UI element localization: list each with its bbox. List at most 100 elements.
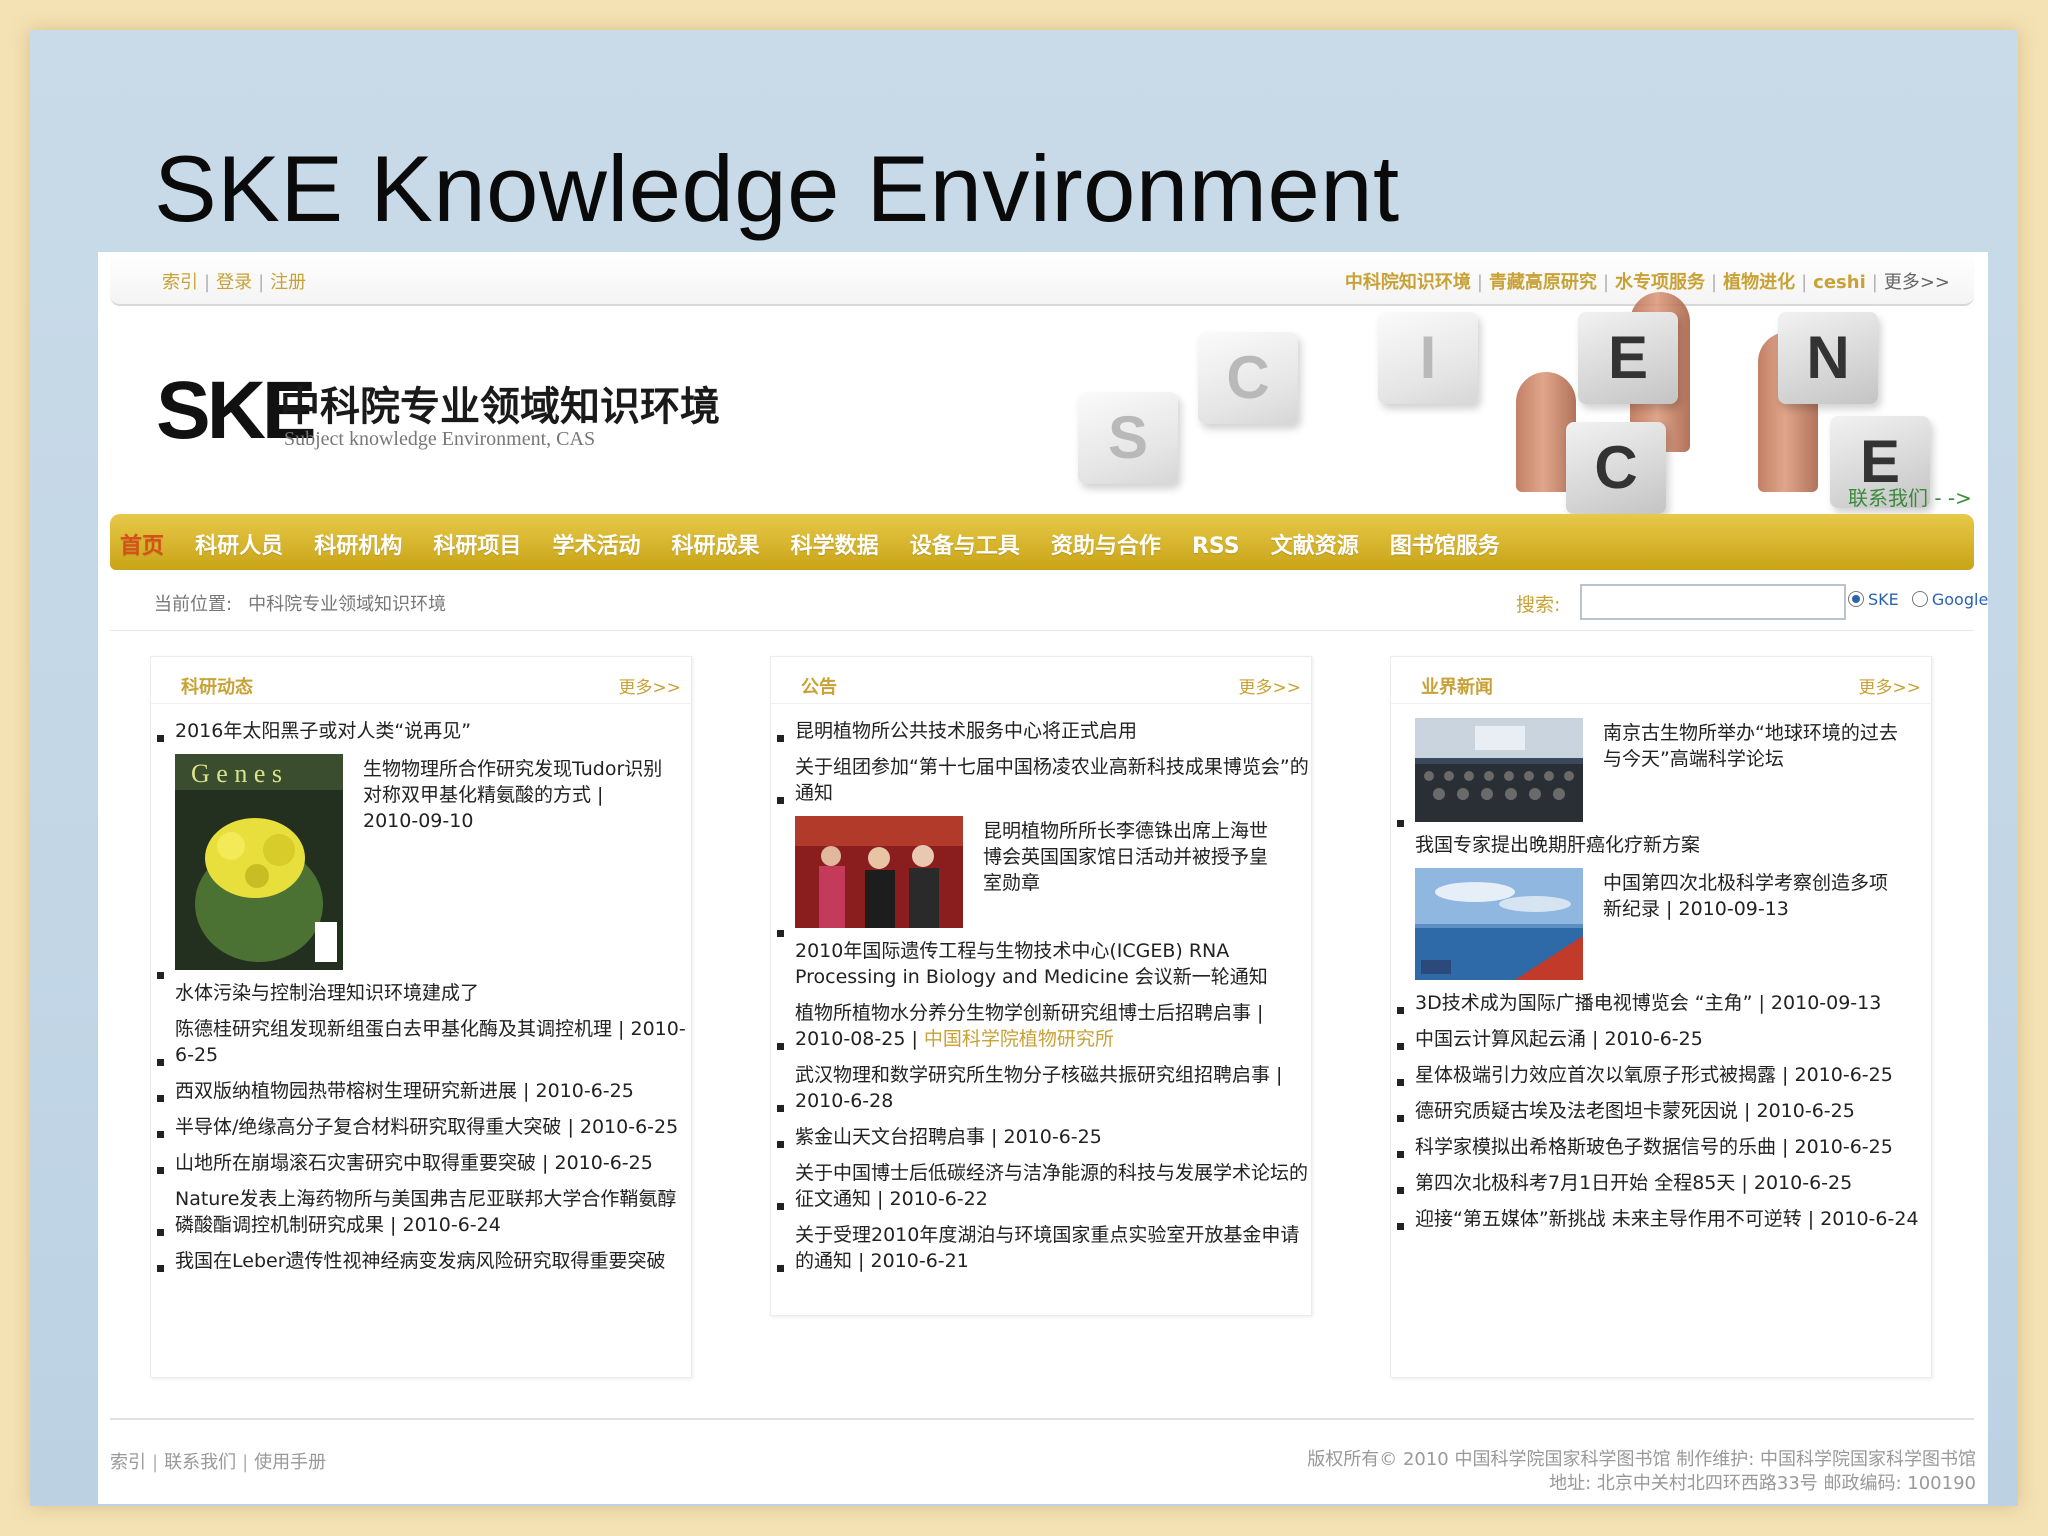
nav-library[interactable]: 图书馆服务 [1390,528,1500,560]
list-item[interactable]: 迎接“第五媒体”新挑战 未来主导作用不可逆转 | 2010-6-24 [1397,1206,1931,1232]
banner-tile-c2: C [1566,422,1666,514]
nav-projects[interactable]: 科研项目 [433,528,521,560]
list-item[interactable]: 科学家模拟出希格斯玻色子数据信号的乐曲 | 2010-6-25 [1397,1134,1931,1160]
list-item[interactable]: 植物所植物水分养分生物学创新研究组博士后招聘启事 | 2010-08-25 | … [777,1000,1311,1052]
list-item[interactable]: 2016年太阳黑子或对人类“说再见” [157,718,691,744]
site-logo[interactable]: SKE 中科院专业领域知识环境 Subject knowledge Enviro… [156,370,796,480]
webpage-screenshot: 索引 | 登录 | 注册 中科院知识环境 | 青藏高原研究 | 水专项服务 | 植物进化 | ceshi… [98,252,1988,1504]
svg-text:G e n e s: G e n e s [191,759,282,788]
list-item[interactable]: 我国专家提出晚期肝癌化疗新方案 [1397,820,1931,858]
list-item[interactable]: 3D技术成为国际广播电视博览会 “主角” | 2010-09-13 [1397,990,1931,1016]
column-header: 业界新闻 更多>> [1391,657,1931,704]
list-item[interactable]: 关于组团参加“第十七届中国杨凌农业高新科技成果博览会”的通知 [777,754,1311,806]
column-announcements: 公告 更多>> 昆明植物所公共技术服务中心将正式启用 关于组团参加“第十七届中国… [770,656,1312,1316]
featured-item[interactable]: 中国第四次北极科学考察创造多项新纪录 | 2010-09-13 [1403,868,1931,980]
nav-institutions[interactable]: 科研机构 [314,528,402,560]
institute-link[interactable]: 中国科学院植物研究所 [924,1028,1114,1050]
search-input[interactable] [1580,584,1846,620]
list-item[interactable]: 山地所在崩塌滚石灾害研究中取得重要突破 | 2010-6-25 [157,1150,691,1176]
footer-address: 地址: 北京中关村北四环西路33号 邮政编码: 100190 [1549,1473,1976,1494]
column-research-news: 科研动态 更多>> 2016年太阳黑子或对人类“说再见” G e n e s 生… [150,656,692,1378]
list-item[interactable]: 陈德桂研究组发现新组蛋白去甲基化酶及其调控机理 | 2010-6-25 [157,1016,691,1068]
column-header: 科研动态 更多>> [151,657,691,704]
featured-item[interactable]: G e n e s 生物物理所合作研究发现Tudor识别对称双甲基化精氨酸的方式… [163,754,691,970]
banner-tile-s: S [1078,392,1178,484]
list-item[interactable]: 我国在Leber遗传性视神经病变发病风险研究取得重要突破 [157,1248,691,1274]
list-item[interactable]: 紫金山天文台招聘启事 | 2010-6-25 [777,1124,1311,1150]
list-item[interactable]: 星体极端引力效应首次以氧原子形式被揭露 | 2010-6-25 [1397,1062,1931,1088]
list-item[interactable]: 中国云计算风起云涌 | 2010-6-25 [1397,1026,1931,1052]
list-item[interactable]: 昆明植物所公共技术服务中心将正式启用 [777,718,1311,744]
banner-tile-n: N [1778,312,1878,404]
search-label: 搜索: [1516,594,1561,616]
link-water-service[interactable]: 水专项服务 [1615,272,1705,293]
link-index[interactable]: 索引 [162,272,198,293]
nav-literature[interactable]: 文献资源 [1271,528,1359,560]
top-left-links: 索引 | 登录 | 注册 [162,272,307,293]
award-ceremony-photo[interactable] [795,816,963,928]
column-title: 公告 [801,677,837,698]
nav-researchers[interactable]: 科研人员 [195,528,283,560]
breadcrumb: 当前位置: 中科院专业领域知识环境 [154,590,446,616]
breadcrumb-current[interactable]: 中科院专业领域知识环境 [248,594,446,615]
breadcrumb-search-row: 当前位置: 中科院专业领域知识环境 搜索: SKE Google [110,570,1988,631]
list-item[interactable]: 第四次北极科考7月1日开始 全程85天 | 2010-6-25 [1397,1170,1931,1196]
column-more-link[interactable]: 更多>> [1239,673,1302,698]
radio-google[interactable] [1911,591,1928,607]
nav-rss[interactable]: RSS [1192,534,1240,559]
featured-text: 生物物理所合作研究发现Tudor识别对称双甲基化精氨酸的方式 | 2010-09… [363,758,663,832]
radio-ske-label: SKE [1868,590,1899,609]
column-industry-news: 业界新闻 更多>> 南京古生物所举办“地球环境的过去与今天”高端科学论坛 我国专… [1390,656,1932,1378]
genes-cover-image[interactable]: G e n e s [175,754,343,970]
nav-academic-activities[interactable]: 学术活动 [552,528,640,560]
featured-item[interactable]: 昆明植物所所长李德铢出席上海世博会英国国家馆日活动并被授予皇室勋章 [783,816,1311,928]
radio-ske[interactable] [1848,591,1864,607]
top-more-link[interactable]: 更多>> [1884,272,1950,293]
list-item[interactable]: 半导体/绝缘高分子复合材料研究取得重大突破 | 2010-6-25 [157,1114,691,1140]
list-item[interactable]: 德研究质疑古埃及法老图坦卡蒙死因说 | 2010-6-25 [1397,1098,1931,1124]
banner-tile-i: I [1378,312,1478,404]
link-ceshi[interactable]: ceshi [1813,272,1866,293]
science-banner: S C I E N C E [1078,292,1958,514]
column-title: 业界新闻 [1421,677,1493,698]
nav-equipment-tools[interactable]: 设备与工具 [910,528,1020,560]
link-register[interactable]: 注册 [270,272,306,293]
featured-text: 南京古生物所举办“地球环境的过去与今天”高端科学论坛 [1603,722,1898,770]
nav-achievements[interactable]: 科研成果 [672,528,760,560]
link-plant-evolution[interactable]: 植物进化 [1723,272,1795,293]
nav-home[interactable]: 首页 [120,528,164,560]
list-item[interactable]: 西双版纳植物园热带榕树生理研究新进展 | 2010-6-25 [157,1078,691,1104]
main-nav: 首页 科研人员 科研机构 科研项目 学术活动 科研成果 科学数据 设备与工具 资… [110,514,1974,570]
arctic-expedition-photo[interactable] [1415,868,1583,980]
nav-funding[interactable]: 资助与合作 [1051,528,1161,560]
top-right-links: 中科院知识环境 | 青藏高原研究 | 水专项服务 | 植物进化 | ceshi | 更多>> [1344,272,1950,293]
footer-link-contact[interactable]: 联系我们 [164,1452,236,1473]
footer-link-index[interactable]: 索引 [110,1452,146,1473]
list-item[interactable]: 关于受理2010年度湖泊与环境国家重点实验室开放基金申请的通知 | 2010-6… [777,1222,1311,1274]
nav-science-data[interactable]: 科学数据 [791,528,879,560]
list-item[interactable]: 关于中国博士后低碳经济与洁净能源的科技与发展学术论坛的征文通知 | 2010-6… [777,1160,1311,1212]
list-item[interactable]: 水体污染与控制治理知识环境建成了 [157,972,691,1006]
column-more-link[interactable]: 更多>> [1859,673,1922,698]
list-item[interactable]: 武汉物理和数学研究所生物分子核磁共振研究组招聘启事 | 2010-6-28 [777,1062,1311,1114]
link-cas-ke[interactable]: 中科院知识环境 [1345,272,1471,293]
link-qinghai-tibet[interactable]: 青藏高原研究 [1489,272,1597,293]
slide-title: SKE Knowledge Environment [154,136,1400,241]
banner-tile-e1: E [1578,312,1678,404]
footer-link-manual[interactable]: 使用手册 [254,1452,326,1473]
footer-divider [110,1418,1974,1420]
link-login[interactable]: 登录 [216,272,252,293]
site-name-en: Subject knowledge Environment, CAS [284,428,596,450]
radio-google-label: Google [1931,590,1988,609]
featured-item[interactable]: 南京古生物所举办“地球环境的过去与今天”高端科学论坛 [1403,718,1931,822]
top-utility-bar: 索引 | 登录 | 注册 中科院知识环境 | 青藏高原研究 | 水专项服务 | 植物进化 | ceshi… [110,252,1974,306]
list-item[interactable]: 2010年国际遗传工程与生物技术中心(ICGEB) RNA Processing… [777,930,1311,990]
contact-us-link[interactable]: 联系我们 - -> [1848,482,1972,511]
column-header: 公告 更多>> [771,657,1311,704]
footer-info: 版权所有© 2010 中国科学院国家科学图书馆 制作维护: 中国科学院国家科学图… [1307,1448,1976,1496]
forum-audience-photo[interactable] [1415,718,1583,822]
list-item[interactable]: Nature发表上海药物所与美国弗吉尼亚联邦大学合作鞘氨醇磷酸酯调控机制研究成果… [157,1186,691,1238]
breadcrumb-label: 当前位置: [154,594,233,615]
search-engine-options: SKE Google [1848,590,1988,609]
column-more-link[interactable]: 更多>> [619,673,682,698]
